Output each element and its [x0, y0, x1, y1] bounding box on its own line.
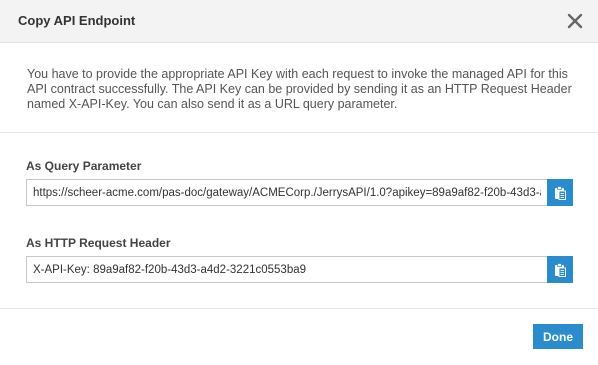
clipboard-icon	[555, 262, 566, 277]
http-request-header-label: As HTTP Request Header	[26, 236, 171, 250]
clipboard-icon	[555, 185, 566, 200]
close-button[interactable]	[566, 12, 584, 30]
copy-api-endpoint-dialog: Copy API Endpoint You have to provide th…	[0, 0, 598, 365]
done-button[interactable]: Done	[533, 324, 583, 349]
copy-http-request-header-button[interactable]	[547, 256, 573, 283]
http-request-header-input[interactable]	[26, 256, 547, 283]
dialog-title: Copy API Endpoint	[18, 13, 136, 28]
info-section: You have to provide the appropriate API …	[0, 43, 598, 133]
dialog-header: Copy API Endpoint	[0, 0, 598, 43]
query-parameter-label: As Query Parameter	[26, 159, 142, 173]
close-icon	[567, 13, 583, 29]
query-parameter-input[interactable]	[26, 179, 547, 206]
http-request-header-row	[26, 256, 573, 283]
query-parameter-row	[26, 179, 573, 206]
copy-query-parameter-button[interactable]	[547, 179, 573, 206]
footer-divider	[0, 308, 598, 309]
info-text: You have to provide the appropriate API …	[27, 67, 572, 111]
